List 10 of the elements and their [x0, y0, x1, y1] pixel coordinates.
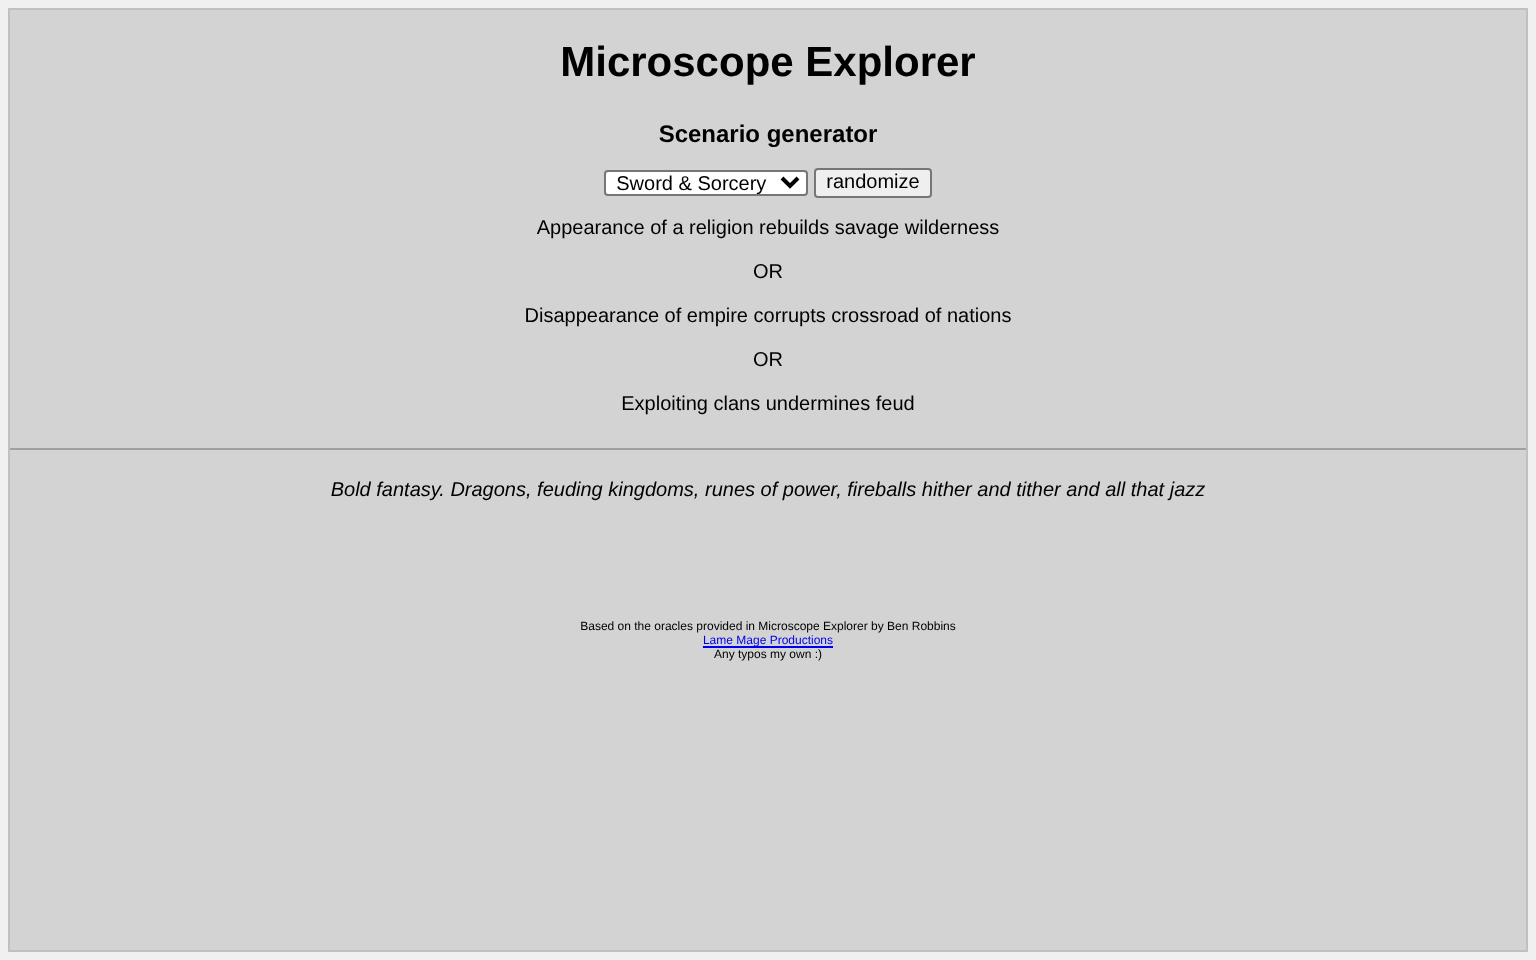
randomize-button[interactable]: randomize — [814, 168, 932, 198]
result-line: Disappearance of empire corrupts crossroad of nations — [524, 306, 1012, 330]
page-title: Microscope Explorer — [560, 38, 976, 90]
page-subtitle: Scenario generator — [658, 118, 878, 150]
result-line: Exploiting clans undermines feud — [621, 394, 915, 418]
result-line: OR — [753, 262, 783, 286]
setting-description: Bold fantasy. Dragons, feuding kingdoms, runes of power, fireballs hither and tither and all that jazz — [330, 478, 1206, 506]
result-line: Appearance of a religion rebuilds savage wilderness — [536, 218, 1000, 242]
genre-select[interactable]: Sword & Sorcery — [604, 170, 809, 196]
result-line: OR — [753, 350, 783, 374]
